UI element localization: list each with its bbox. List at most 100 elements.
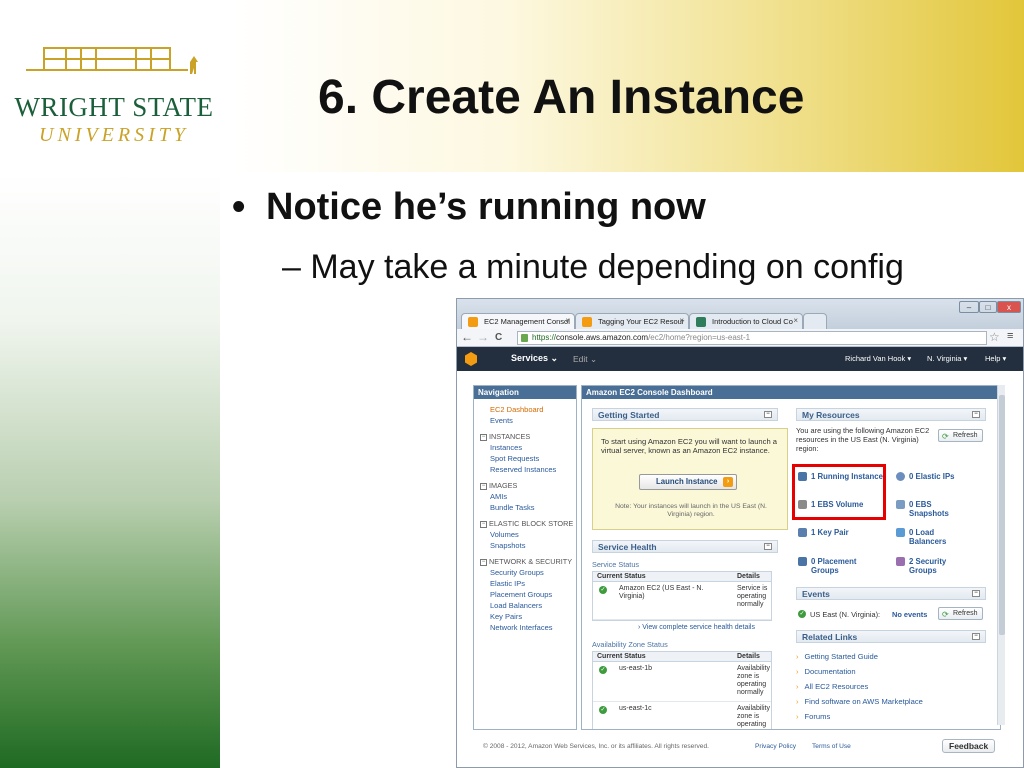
resource-elastic-ips[interactable]: 0 Elastic IPs: [896, 472, 988, 481]
tab-bar: EC2 Management Consol × Tagging Your EC2…: [457, 299, 1023, 329]
collapse-icon[interactable]: −: [972, 633, 980, 640]
link-forums[interactable]: › Forums: [796, 712, 830, 721]
nav-section-network[interactable]: − NETWORK & SECURITY: [480, 557, 572, 566]
refresh-icon: ⟳: [942, 432, 949, 441]
collapse-icon[interactable]: −: [972, 411, 980, 418]
feedback-button[interactable]: Feedback: [942, 739, 996, 753]
nav-section-images[interactable]: − IMAGES: [480, 481, 517, 490]
az-name: us-east-1c: [619, 705, 652, 712]
launch-instance-button[interactable]: Launch Instance ›: [639, 474, 737, 490]
nav-network-interfaces[interactable]: Network Interfaces: [490, 623, 553, 632]
refresh-events-button[interactable]: ⟳ Refresh: [938, 607, 983, 620]
nav-bundle-tasks[interactable]: Bundle Tasks: [490, 503, 534, 512]
nav-key-pairs[interactable]: Key Pairs: [490, 612, 522, 621]
collapse-icon[interactable]: −: [764, 543, 772, 550]
link-aws-marketplace[interactable]: › Find software on AWS Marketplace: [796, 697, 923, 706]
region-menu[interactable]: N. Virginia ▾: [927, 354, 967, 363]
nav-amis[interactable]: AMIs: [490, 492, 507, 501]
user-menu[interactable]: Richard Van Hook ▾: [845, 354, 911, 363]
dashboard-title: Amazon EC2 Console Dashboard: [582, 386, 1000, 399]
resource-load-balancers[interactable]: 0 Load Balancers: [896, 528, 956, 546]
link-getting-started-guide[interactable]: › Getting Started Guide: [796, 652, 878, 661]
chevron-right-icon: ›: [796, 682, 799, 691]
bookmark-star-icon[interactable]: ☆: [989, 330, 1000, 344]
table-row: ✓ us-east-1b Availability zone is operat…: [593, 662, 771, 702]
browser-menu-icon[interactable]: ≡: [1007, 330, 1013, 342]
check-icon: ✓: [599, 706, 607, 714]
link-label: Find software on AWS Marketplace: [804, 697, 923, 706]
minimize-button[interactable]: –: [959, 301, 979, 313]
nav-instances[interactable]: Instances: [490, 443, 522, 452]
url-input[interactable]: https://console.aws.amazon.com/ec2/home?…: [517, 331, 987, 345]
link-documentation[interactable]: › Documentation: [796, 667, 856, 676]
table-header: Current Status Details: [593, 572, 771, 582]
nav-snapshots[interactable]: Snapshots: [490, 541, 525, 550]
tab-label: EC2 Management Consol: [484, 317, 570, 326]
privacy-policy-link[interactable]: Privacy Policy: [755, 743, 796, 750]
az-status-table: Current Status Details ✓ us-east-1b Avai…: [592, 651, 772, 729]
close-icon[interactable]: ×: [565, 316, 570, 325]
collapse-icon[interactable]: −: [764, 411, 772, 418]
resource-key-pair[interactable]: 1 Key Pair: [798, 528, 888, 537]
nav-section-ebs[interactable]: − ELASTIC BLOCK STORE: [480, 519, 573, 528]
ip-icon: [896, 472, 905, 481]
reload-icon[interactable]: C: [495, 332, 502, 343]
nav-elastic-ips[interactable]: Elastic IPs: [490, 579, 525, 588]
refresh-resources-button[interactable]: ⟳ Refresh: [938, 429, 983, 442]
w-favicon-icon: [696, 317, 706, 327]
aws-cube-icon[interactable]: [465, 352, 477, 366]
edit-menu[interactable]: Edit ⌄: [573, 354, 597, 365]
resource-label: 0 EBS Snapshots: [909, 500, 949, 518]
view-service-health-link[interactable]: › View complete service health details: [638, 624, 755, 631]
vertical-scrollbar[interactable]: [997, 385, 1005, 725]
tab-label: Tagging Your EC2 Resour: [598, 317, 685, 326]
slide: WRIGHT STATE UNIVERSITY 6. Create An Ins…: [0, 0, 1024, 768]
link-label: View complete service health details: [642, 624, 755, 631]
section-title: Events: [802, 589, 830, 599]
section-title: My Resources: [802, 410, 860, 420]
button-label: Refresh: [953, 610, 978, 617]
side-gradient: [0, 172, 220, 768]
launch-region-note: Note: Your instances will launch in the …: [615, 503, 767, 518]
tab-ec2-console[interactable]: EC2 Management Consol ×: [461, 313, 575, 329]
help-menu[interactable]: Help ▾: [985, 354, 1006, 363]
link-label: Documentation: [804, 667, 856, 676]
shield-icon: [896, 557, 905, 566]
nav-placement-groups[interactable]: Placement Groups: [490, 590, 552, 599]
button-label: Launch Instance: [656, 477, 718, 486]
close-icon[interactable]: ×: [793, 316, 798, 325]
collapse-icon[interactable]: −: [972, 590, 980, 597]
nav-ec2-dashboard[interactable]: EC2 Dashboard: [490, 405, 543, 414]
az-details: Availability zone is operating normally: [737, 665, 770, 696]
table-row: ✓ Amazon EC2 (US East - N. Virginia) Ser…: [593, 582, 771, 620]
link-all-ec2-resources[interactable]: › All EC2 Resources: [796, 682, 868, 691]
url-host: console.aws.amazon.com: [556, 333, 649, 342]
terms-of-use-link[interactable]: Terms of Use: [812, 743, 851, 750]
services-menu[interactable]: Services ⌄: [511, 353, 558, 364]
col-details: Details: [737, 653, 760, 660]
back-icon[interactable]: ←: [461, 330, 473, 344]
close-window-button[interactable]: x: [997, 301, 1021, 313]
nav-volumes[interactable]: Volumes: [490, 530, 519, 539]
new-tab-button[interactable]: [803, 313, 827, 329]
nav-load-balancers[interactable]: Load Balancers: [490, 601, 542, 610]
nav-reserved-instances[interactable]: Reserved Instances: [490, 465, 556, 474]
nav-events[interactable]: Events: [490, 416, 513, 425]
nav-section-instances[interactable]: − INSTANCES: [480, 432, 530, 441]
resource-ebs-snapshots[interactable]: 0 EBS Snapshots: [896, 500, 956, 518]
scrollbar-thumb[interactable]: [999, 395, 1005, 635]
resource-security-groups[interactable]: 2 Security Groups: [896, 557, 976, 575]
az-name: us-east-1b: [619, 665, 653, 672]
forward-icon[interactable]: →: [477, 330, 489, 344]
resource-label: 0 Elastic IPs: [909, 472, 955, 481]
close-icon[interactable]: ×: [679, 316, 684, 325]
nav-spot-requests[interactable]: Spot Requests: [490, 454, 539, 463]
maximize-button[interactable]: □: [979, 301, 997, 313]
check-icon: ✓: [599, 586, 607, 594]
tab-tagging[interactable]: Tagging Your EC2 Resour ×: [575, 313, 689, 329]
tab-intro-cloud[interactable]: Introduction to Cloud Co ×: [689, 313, 803, 329]
slide-title: 6. Create An Instance: [318, 71, 805, 124]
collapse-icon: −: [480, 433, 487, 441]
nav-security-groups[interactable]: Security Groups: [490, 568, 544, 577]
resource-placement-groups[interactable]: 0 Placement Groups: [798, 557, 878, 575]
